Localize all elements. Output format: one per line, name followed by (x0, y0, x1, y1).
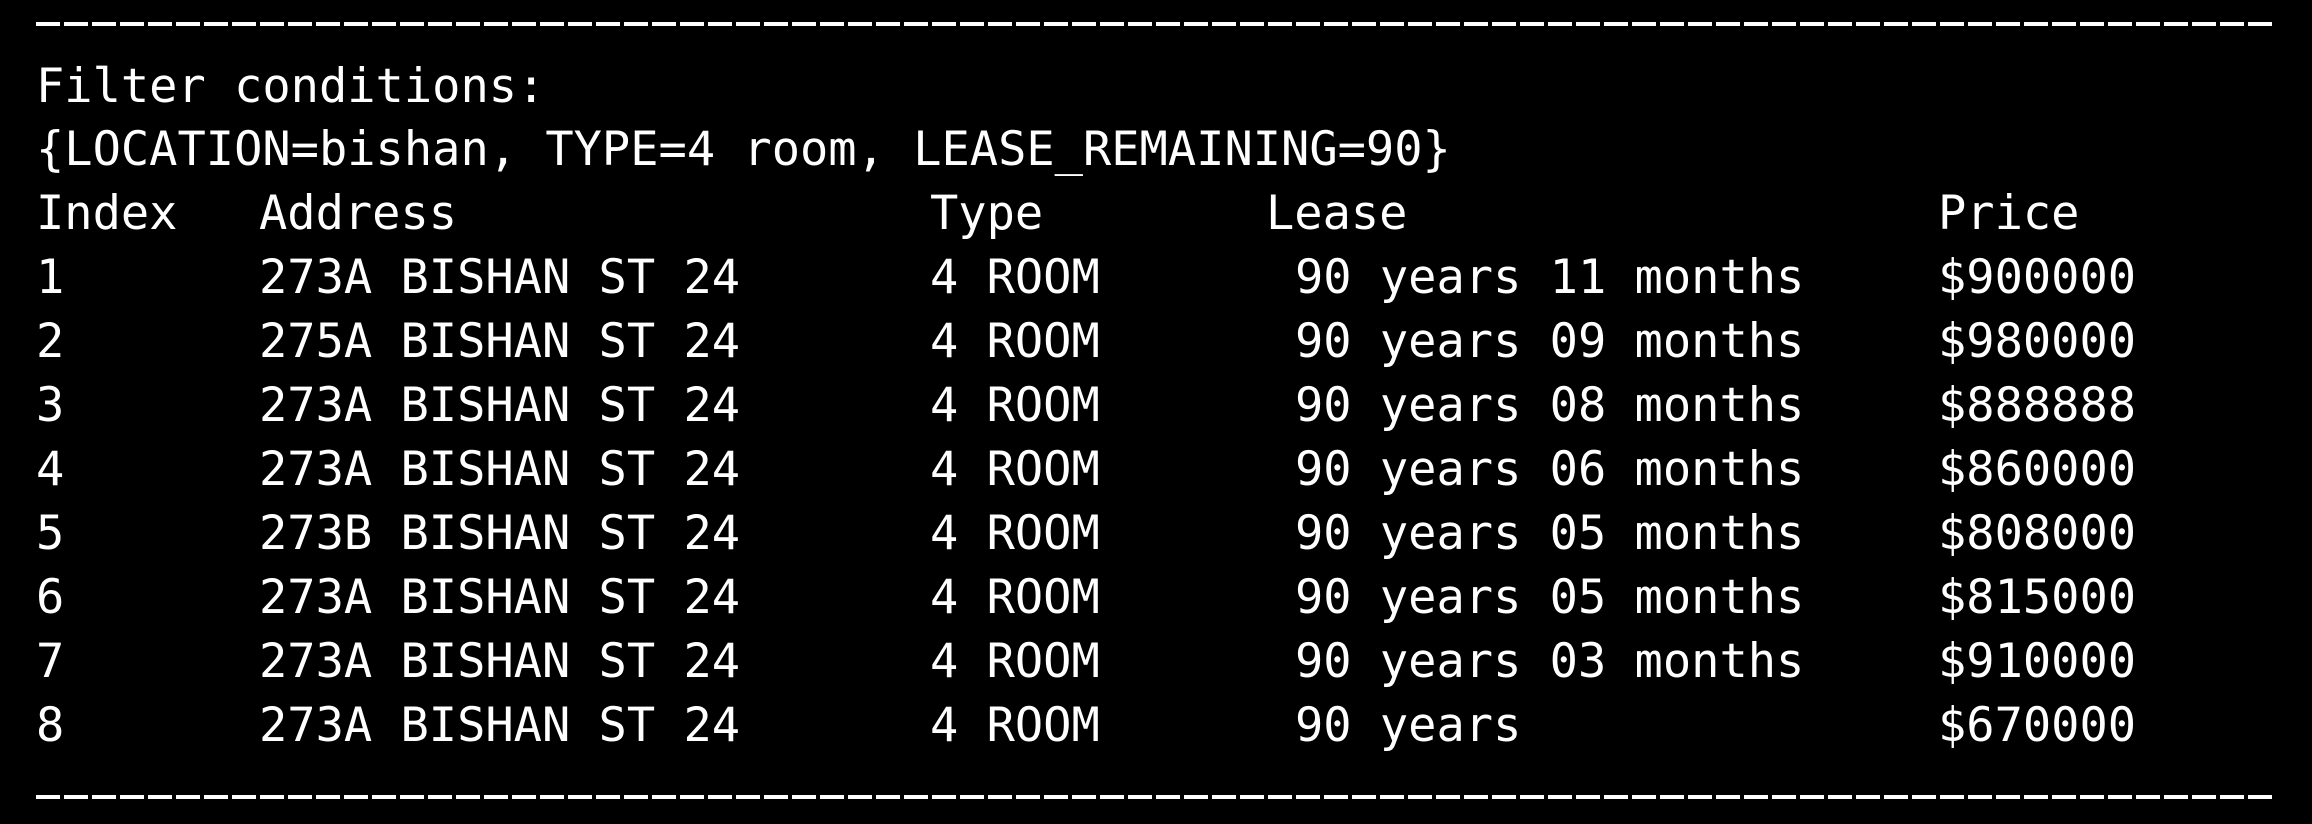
row-address: 275A BISHAN ST 24 (259, 314, 741, 369)
row-index: 5 (36, 506, 65, 561)
row-address: 273A BISHAN ST 24 (259, 634, 741, 689)
row-price: $900000 (1938, 250, 2137, 305)
row-lease: 90 years (1295, 698, 1522, 753)
row-index: 4 (36, 442, 65, 497)
row-price: $808000 (1938, 506, 2137, 561)
row-price: $670000 (1938, 698, 2137, 753)
table-header: Index Address Type Lease Price (0, 182, 2312, 246)
row-price: $815000 (1938, 570, 2137, 625)
table-row: 8 273A BISHAN ST 24 4 ROOM 90 years $670… (0, 694, 2312, 758)
row-price: $910000 (1938, 634, 2137, 689)
row-address: 273A BISHAN ST 24 (259, 570, 741, 625)
row-price: $860000 (1938, 442, 2137, 497)
row-lease: 90 years 05 months (1295, 506, 1805, 561)
row-lease: 90 years 11 months (1295, 250, 1805, 305)
bottom-divider (36, 795, 2276, 799)
table-row: 7 273A BISHAN ST 24 4 ROOM 90 years 03 m… (0, 630, 2312, 694)
column-header-index: Index (36, 186, 178, 241)
column-header-type: Type (930, 186, 1044, 241)
row-lease: 90 years 08 months (1295, 378, 1805, 433)
row-lease: 90 years 09 months (1295, 314, 1805, 369)
table-row: 6 273A BISHAN ST 24 4 ROOM 90 years 05 m… (0, 566, 2312, 630)
row-index: 6 (36, 570, 65, 625)
table-row: 2 275A BISHAN ST 24 4 ROOM 90 years 09 m… (0, 310, 2312, 374)
row-address: 273A BISHAN ST 24 (259, 442, 741, 497)
row-price: $888888 (1938, 378, 2137, 433)
row-lease: 90 years 05 months (1295, 570, 1805, 625)
filter-heading: Filter conditions: (36, 59, 546, 114)
column-header-lease: Lease (1266, 186, 1408, 241)
filter-values: {LOCATION=bishan, TYPE=4 room, LEASE_REM… (36, 122, 1451, 177)
row-price: $980000 (1938, 314, 2137, 369)
row-lease: 90 years 03 months (1295, 634, 1805, 689)
column-header-price: Price (1938, 186, 2080, 241)
table-row: 5 273B BISHAN ST 24 4 ROOM 90 years 05 m… (0, 502, 2312, 566)
row-index: 2 (36, 314, 65, 369)
row-address: 273A BISHAN ST 24 (259, 250, 741, 305)
table-row: 1 273A BISHAN ST 24 4 ROOM 90 years 11 m… (0, 246, 2312, 310)
row-type: 4 ROOM (930, 378, 1100, 433)
row-address: 273A BISHAN ST 24 (259, 378, 741, 433)
table-row: 3 273A BISHAN ST 24 4 ROOM 90 years 08 m… (0, 374, 2312, 438)
row-index: 7 (36, 634, 65, 689)
row-index: 8 (36, 698, 65, 753)
table-row: 4 273A BISHAN ST 24 4 ROOM 90 years 06 m… (0, 438, 2312, 502)
row-index: 1 (36, 250, 65, 305)
row-address: 273A BISHAN ST 24 (259, 698, 741, 753)
row-type: 4 ROOM (930, 314, 1100, 369)
row-type: 4 ROOM (930, 442, 1100, 497)
row-type: 4 ROOM (930, 250, 1100, 305)
row-type: 4 ROOM (930, 634, 1100, 689)
row-type: 4 ROOM (930, 698, 1100, 753)
terminal-window[interactable]: Filter conditions: {LOCATION=bishan, TYP… (0, 0, 2312, 824)
row-type: 4 ROOM (930, 570, 1100, 625)
row-type: 4 ROOM (930, 506, 1100, 561)
column-header-address: Address (259, 186, 458, 241)
row-index: 3 (36, 378, 65, 433)
row-lease: 90 years 06 months (1295, 442, 1805, 497)
top-divider (36, 22, 2276, 26)
row-address: 273B BISHAN ST 24 (259, 506, 741, 561)
